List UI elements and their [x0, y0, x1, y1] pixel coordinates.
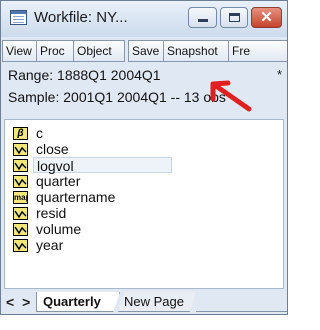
object-label: resid [36, 205, 67, 221]
object-label: close [36, 141, 69, 157]
modified-marker: * [277, 67, 283, 82]
object-item-close[interactable]: close [13, 141, 263, 158]
tab-scroll-arrows[interactable]: < > [6, 294, 32, 310]
series-icon [13, 175, 28, 188]
object-item-c[interactable]: β c [13, 125, 263, 142]
close-icon: ✕ [260, 9, 273, 26]
view-button[interactable]: View [2, 40, 37, 62]
snapshot-button[interactable]: Snapshot [163, 40, 229, 62]
proc-button[interactable]: Proc [36, 40, 74, 62]
object-label: logvol [33, 157, 172, 174]
object-label: year [36, 237, 64, 253]
title-bar[interactable]: Workfile: NY... ✕ [1, 1, 287, 37]
object-item-logvol[interactable]: logvol [13, 157, 263, 174]
object-item-resid[interactable]: resid [13, 205, 263, 222]
object-item-quarter[interactable]: quarter [13, 173, 263, 190]
alpha-map-icon: map [13, 191, 28, 204]
window-title: Workfile: NY... [34, 9, 128, 26]
series-icon [13, 239, 28, 252]
object-list: β c close logvol quarter map quartername [4, 119, 284, 289]
minimize-button[interactable] [188, 7, 217, 28]
coefficient-icon: β [13, 127, 28, 140]
object-label: c [36, 125, 43, 141]
workfile-window: Workfile: NY... ✕ View Proc Object Save … [0, 0, 288, 315]
series-icon [13, 159, 28, 172]
series-icon [13, 223, 28, 236]
workfile-icon [10, 10, 27, 25]
page-tab-bar: < > Quarterly New Page [1, 292, 287, 314]
series-icon [13, 143, 28, 156]
object-item-quartername[interactable]: map quartername [13, 189, 263, 206]
series-icon [13, 207, 28, 220]
tab-quarterly[interactable]: Quarterly [36, 292, 120, 312]
object-label: quarter [36, 173, 81, 189]
object-button[interactable]: Object [73, 40, 125, 62]
sample-text[interactable]: Sample: 2001Q1 2004Q1 -- 13 obs [8, 89, 226, 105]
tab-baseline [196, 311, 287, 312]
maximize-icon [229, 13, 240, 22]
freeze-button[interactable]: Fre [228, 40, 287, 62]
close-button[interactable]: ✕ [251, 7, 282, 28]
object-label: quartername [36, 189, 116, 205]
range-text[interactable]: Range: 1888Q1 2004Q1 [8, 67, 161, 83]
object-item-year[interactable]: year [13, 237, 263, 254]
tab-new-page[interactable]: New Page [118, 292, 196, 312]
object-label: volume [36, 221, 82, 237]
save-button[interactable]: Save [128, 40, 164, 62]
object-item-volume[interactable]: volume [13, 221, 263, 238]
red-arrow-annotation [210, 80, 252, 112]
minimize-icon [198, 19, 208, 22]
maximize-button[interactable] [220, 7, 248, 28]
